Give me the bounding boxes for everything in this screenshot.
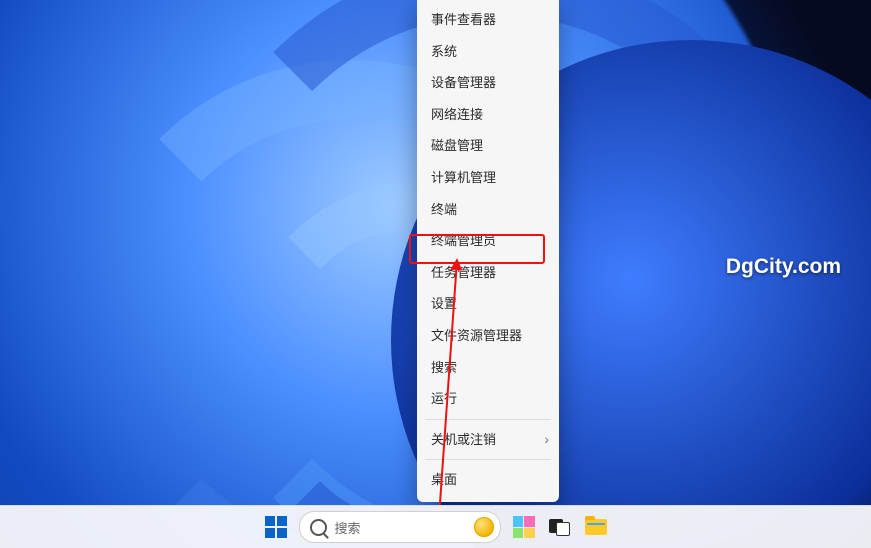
taskbar-taskview[interactable] — [547, 514, 573, 540]
taskbar: 搜索 — [0, 505, 871, 548]
menu-item-terminal[interactable]: 终端 — [417, 194, 559, 226]
menu-separator — [425, 459, 551, 460]
start-button[interactable] — [263, 514, 289, 540]
search-icon — [310, 519, 327, 536]
search-placeholder: 搜索 — [335, 518, 361, 537]
winx-context-menu: 事件查看器 系统 设备管理器 网络连接 磁盘管理 计算机管理 终端 终端管理员 … — [417, 0, 559, 502]
menu-item-desktop[interactable]: 桌面 — [417, 464, 559, 496]
menu-item-computer-mgmt[interactable]: 计算机管理 — [417, 162, 559, 194]
taskbar-copilot[interactable] — [511, 514, 537, 540]
menu-item-run[interactable]: 运行 — [417, 383, 559, 415]
menu-separator — [425, 419, 551, 420]
menu-item-shutdown[interactable]: 关机或注销 — [417, 424, 559, 456]
copilot-icon — [513, 516, 535, 538]
search-highlight-icon — [474, 517, 494, 537]
taskbar-file-explorer[interactable] — [583, 514, 609, 540]
menu-item-settings[interactable]: 设置 — [417, 288, 559, 320]
menu-item-file-explorer[interactable]: 文件资源管理器 — [417, 320, 559, 352]
menu-item-task-manager[interactable]: 任务管理器 — [417, 257, 559, 289]
menu-item-search[interactable]: 搜索 — [417, 352, 559, 384]
taskview-icon — [549, 519, 571, 535]
menu-item-event-viewer[interactable]: 事件查看器 — [417, 4, 559, 36]
menu-item-network[interactable]: 网络连接 — [417, 99, 559, 131]
menu-item-device-manager[interactable]: 设备管理器 — [417, 67, 559, 99]
menu-item-terminal-admin[interactable]: 终端管理员 — [417, 225, 559, 257]
menu-item-disk-management[interactable]: 磁盘管理 — [417, 130, 559, 162]
menu-item-system[interactable]: 系统 — [417, 36, 559, 68]
windows-logo-icon — [265, 516, 287, 538]
taskbar-search[interactable]: 搜索 — [299, 511, 501, 543]
folder-icon — [585, 519, 607, 535]
